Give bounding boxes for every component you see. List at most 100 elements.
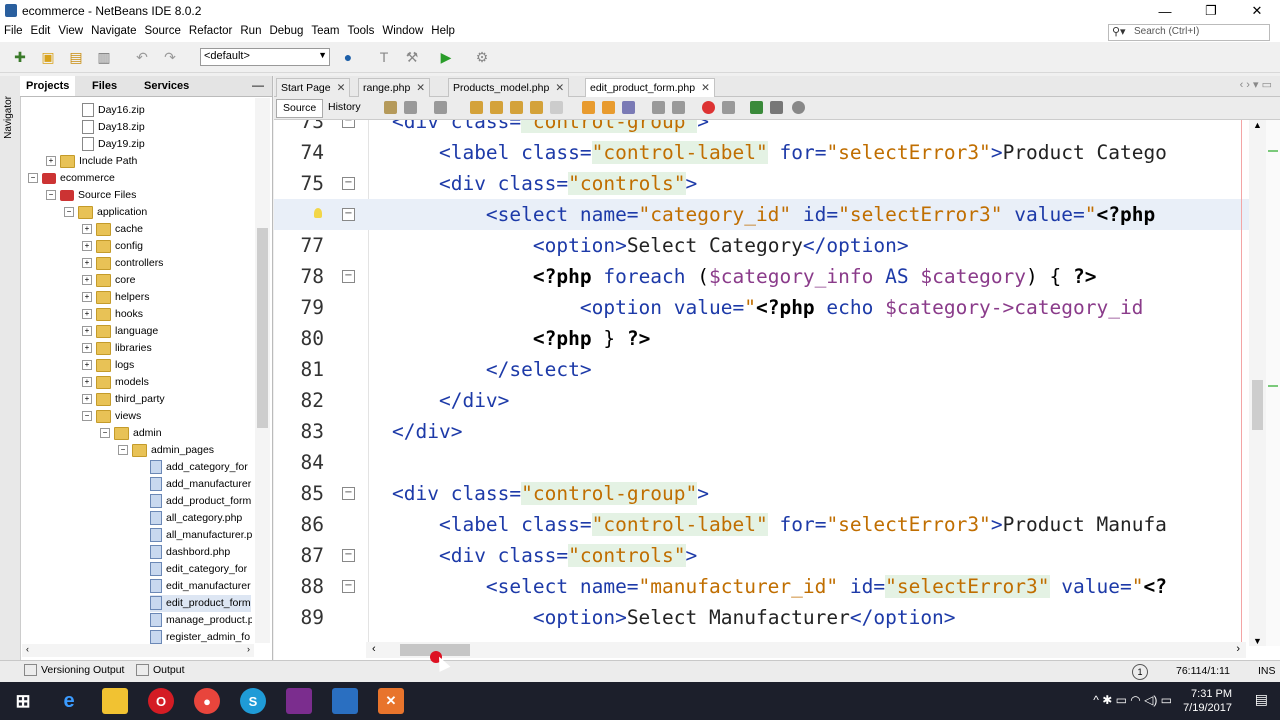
code-line[interactable]: 86 <label class="control-label" for="sel…: [274, 509, 1249, 540]
expand-icon[interactable]: +: [82, 241, 92, 252]
collapse-icon[interactable]: −: [46, 190, 56, 201]
code-line[interactable]: 80 <?php } ?>: [274, 323, 1249, 354]
new-project-icon[interactable]: ▣: [38, 47, 58, 67]
code-line[interactable]: 83 </div>: [274, 416, 1249, 447]
tab-projects[interactable]: Projects: [20, 76, 76, 96]
code-line[interactable]: 78− <?php foreach ($category_info AS $ca…: [274, 261, 1249, 292]
forward-icon[interactable]: [404, 101, 417, 114]
code-line[interactable]: 74 <label class="control-label" for="sel…: [274, 137, 1249, 168]
menu-window[interactable]: Window: [378, 22, 427, 37]
code-view[interactable]: 73− <div class="control-group"> 74 <label…: [274, 120, 1249, 646]
find-previous-icon[interactable]: [490, 101, 503, 114]
code-line[interactable]: 75− <div class="controls">: [274, 168, 1249, 199]
expand-icon[interactable]: +: [82, 258, 92, 269]
tree-item[interactable]: + language: [82, 323, 158, 340]
fold-icon[interactable]: −: [342, 120, 355, 128]
hint-bulb-icon[interactable]: [314, 208, 322, 218]
tree-item[interactable]: + config: [82, 238, 143, 255]
tree-horizontal-scrollbar[interactable]: ‹ ›: [22, 644, 254, 657]
system-tray-icons[interactable]: ^ ✱ ▭ ◠ ◁) ▭: [1093, 693, 1172, 707]
fold-icon[interactable]: −: [342, 208, 355, 221]
tree-item[interactable]: add_category_for: [150, 459, 248, 476]
prev-bookmark-icon[interactable]: [582, 101, 595, 114]
menu-refactor[interactable]: Refactor: [185, 22, 236, 37]
fold-icon[interactable]: −: [342, 177, 355, 190]
history-mode-button[interactable]: History: [322, 99, 367, 116]
tree-item[interactable]: + libraries: [82, 340, 152, 357]
tree-item[interactable]: + third_party: [82, 391, 165, 408]
scroll-thumb[interactable]: [257, 228, 268, 428]
scroll-thumb[interactable]: [1252, 380, 1263, 430]
collapse-icon[interactable]: −: [82, 411, 92, 422]
scroll-left-icon[interactable]: ‹: [372, 643, 376, 655]
check-file-icon[interactable]: [792, 101, 805, 114]
opera-icon[interactable]: O: [148, 688, 174, 714]
notifications-icon[interactable]: 1: [1132, 664, 1148, 680]
scroll-right-icon[interactable]: ›: [247, 644, 250, 654]
globe-icon[interactable]: ●: [338, 47, 358, 67]
code-line[interactable]: 87− <div class="controls">: [274, 540, 1249, 571]
code-line[interactable]: 81 </select>: [274, 354, 1249, 385]
tree-item[interactable]: + Include Path: [46, 153, 137, 170]
tree-vertical-scrollbar[interactable]: [255, 98, 270, 643]
expand-icon[interactable]: +: [82, 275, 92, 286]
tree-item[interactable]: + controllers: [82, 255, 163, 272]
comment-icon[interactable]: [750, 101, 763, 114]
expand-icon[interactable]: +: [82, 326, 92, 337]
code-line[interactable]: 89 <option>Select Manufacturer</option>: [274, 602, 1249, 633]
next-bookmark-icon[interactable]: [602, 101, 615, 114]
collapse-icon[interactable]: −: [100, 428, 110, 439]
fold-icon[interactable]: −: [342, 549, 355, 562]
find-next-icon[interactable]: [510, 101, 523, 114]
tree-item[interactable]: all_manufacturer.p: [150, 527, 252, 544]
fold-icon[interactable]: −: [342, 270, 355, 283]
tree-item[interactable]: Day19.zip: [82, 136, 145, 153]
tree-item[interactable]: Day18.zip: [82, 119, 145, 136]
code-line[interactable]: 88− <select name="manufacturer_id" id="s…: [274, 571, 1249, 602]
editor-horizontal-scrollbar[interactable]: ‹ ›: [366, 642, 1246, 658]
code-line[interactable]: 73− <div class="control-group">: [274, 120, 1249, 137]
tree-item[interactable]: edit_manufacturer: [150, 578, 251, 595]
tree-item[interactable]: + logs: [82, 357, 134, 374]
close-tab-icon[interactable]: ✕: [416, 82, 425, 94]
close-tab-icon[interactable]: ✕: [701, 82, 710, 94]
close-button[interactable]: ✕: [1234, 0, 1280, 22]
restore-button[interactable]: ❐: [1188, 0, 1234, 22]
navigator-label[interactable]: Navigator: [3, 96, 14, 139]
tree-item[interactable]: all_category.php: [150, 510, 242, 527]
fold-icon[interactable]: −: [342, 580, 355, 593]
tab-products-model[interactable]: Products_model.php ✕: [448, 78, 570, 97]
scroll-right-icon[interactable]: ›: [1236, 643, 1240, 655]
close-tab-icon[interactable]: ✕: [337, 82, 346, 94]
fold-icon[interactable]: −: [342, 487, 355, 500]
minimize-panel-icon[interactable]: —: [252, 78, 264, 92]
undo-icon[interactable]: ↶: [132, 47, 152, 67]
versioning-output-tab[interactable]: Versioning Output: [24, 664, 124, 677]
tree-item-selected[interactable]: edit_product_form: [150, 595, 251, 612]
collapse-icon[interactable]: −: [28, 173, 38, 184]
find-icon[interactable]: [470, 101, 483, 114]
edge-icon[interactable]: e: [56, 688, 82, 714]
menu-view[interactable]: View: [54, 22, 87, 37]
tree-item[interactable]: − Source Files: [46, 187, 136, 204]
close-tab-icon[interactable]: ✕: [555, 82, 564, 94]
menu-run[interactable]: Run: [236, 22, 265, 37]
expand-icon[interactable]: +: [82, 377, 92, 388]
output-tab[interactable]: Output: [136, 664, 185, 677]
navigator-strip[interactable]: Navigator: [0, 76, 21, 660]
menu-help[interactable]: Help: [427, 22, 459, 37]
code-line[interactable]: 84: [274, 447, 1249, 478]
clean-build-icon[interactable]: ⚒: [402, 47, 422, 67]
code-line[interactable]: 79 <option value="<?php echo $category->…: [274, 292, 1249, 323]
minimize-button[interactable]: —: [1142, 0, 1188, 22]
tab-start-page[interactable]: Start Page ✕: [276, 78, 351, 97]
tree-item[interactable]: − admin_pages: [118, 442, 214, 459]
collapse-icon[interactable]: −: [118, 445, 128, 456]
menu-debug[interactable]: Debug: [265, 22, 307, 37]
toggle-highlight-icon[interactable]: [530, 101, 543, 114]
menu-navigate[interactable]: Navigate: [87, 22, 140, 37]
tab-edit-product-form[interactable]: edit_product_form.php ✕: [585, 78, 715, 97]
scroll-up-icon[interactable]: ▲: [1253, 120, 1262, 130]
run-icon[interactable]: ▶: [436, 47, 456, 67]
menu-edit[interactable]: Edit: [27, 22, 55, 37]
